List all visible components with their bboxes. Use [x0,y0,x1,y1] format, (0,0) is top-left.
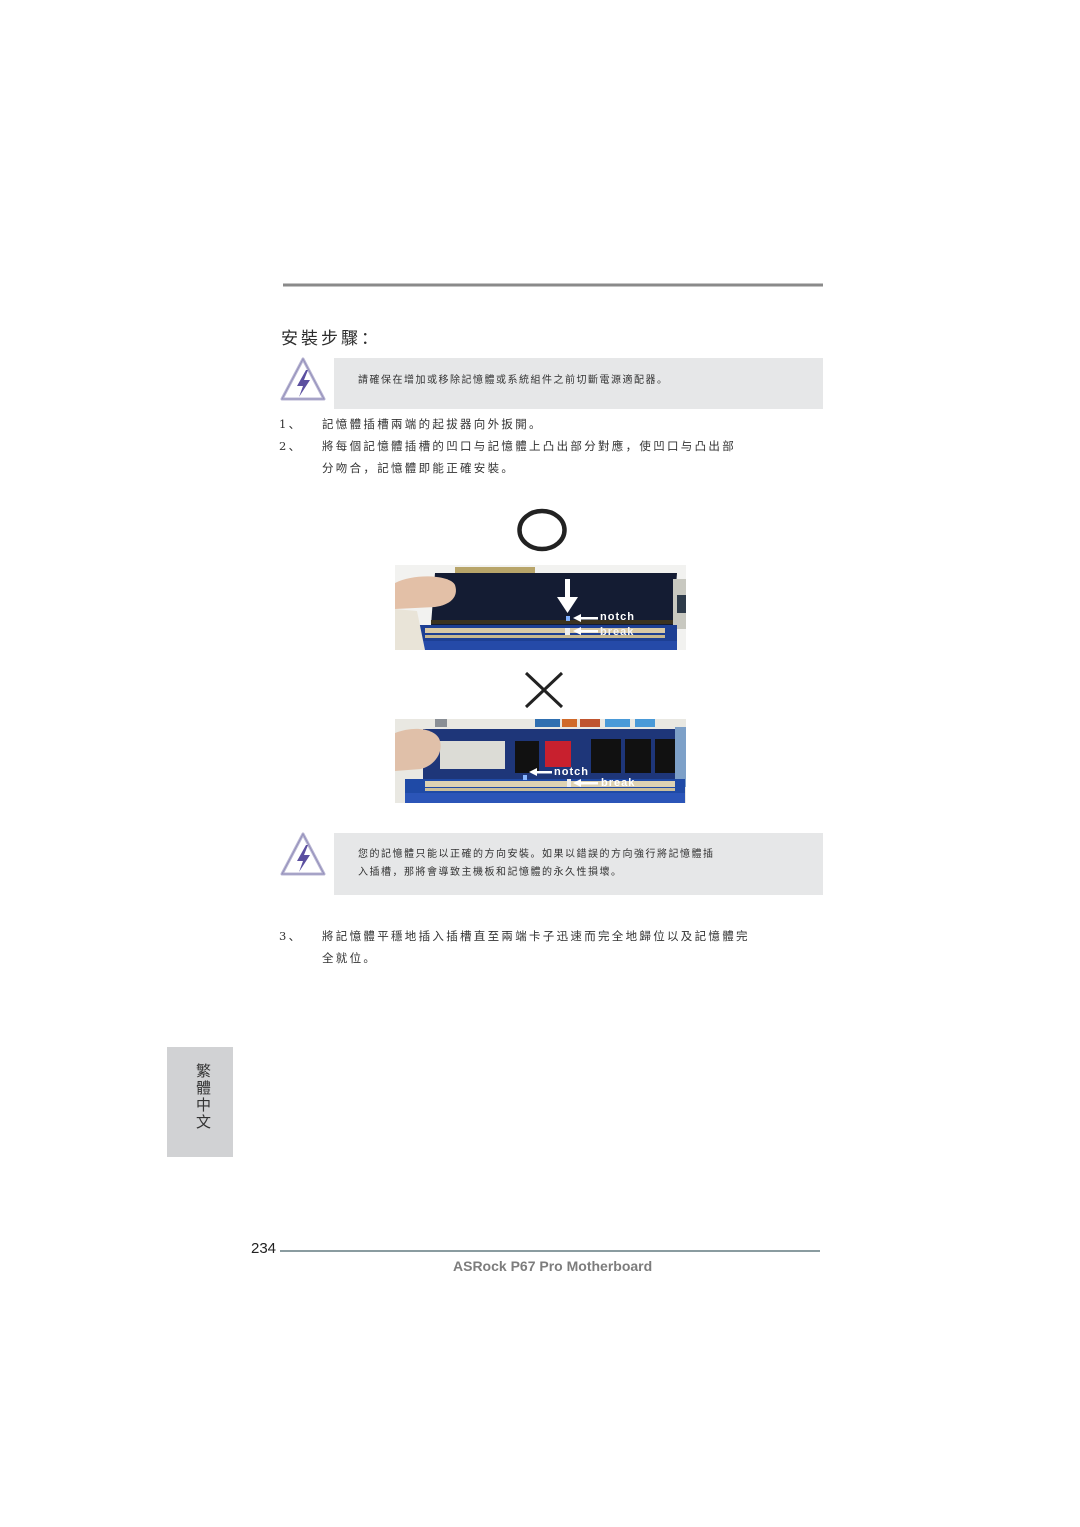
note-text: 入插槽，那將會導致主機板和記憶體的永久性損壞。 [358,867,623,878]
dimm-incorrect-photo: notch break [395,719,686,803]
dimm-correct-photo: notch break [395,565,686,650]
warning-lightning-icon [280,357,326,401]
language-label: 繁體中文 [194,1063,212,1131]
incorrect-x-icon [524,671,564,709]
warning-lightning-icon [280,832,326,876]
step-text: 將每個記憶體插槽的凹口与記憶體上凸出部分對應，使凹口与凸出部 [322,439,736,453]
step-text: 將記憶體平穩地插入插槽直至兩端卡子迅速而完全地歸位以及記憶體完 [322,929,750,943]
page-number: 234 [251,1240,277,1257]
step-number: 1、 [279,417,303,431]
step-text-continued: 分吻合，記憶體即能正確安裝。 [322,461,516,475]
section-title: 安裝步驟： [281,329,381,349]
step-text-continued: 全就位。 [322,951,378,965]
step-2: 2、 將每個記憶體插槽的凹口与記憶體上凸出部分對應，使凹口与凸出部 分吻合，記憶體… [279,435,736,479]
notch-label: notch [600,611,635,623]
warning-note-orientation: 您的記憶體只能以正確的方向安裝。如果以錯誤的方向強行將記憶體插 入插槽，那將會導… [334,833,823,895]
step-1: 1、 記憶體插槽兩端的起拔器向外扳開。 [279,413,543,435]
footer-title: ASRock P67 Pro Motherboard [453,1258,653,1274]
notch-label: notch [554,766,589,778]
step-number: 3、 [279,929,303,943]
step-3: 3、 將記憶體平穩地插入插槽直至兩端卡子迅速而完全地歸位以及記憶體完 全就位。 [279,925,750,969]
language-side-tab: 繁體中文 [167,1047,233,1157]
step-number: 2、 [279,439,303,453]
footer-rule [280,1250,820,1252]
note-text: 您的記憶體只能以正確的方向安裝。如果以錯誤的方向強行將記憶體插 [358,849,715,860]
step-text: 記憶體插槽兩端的起拔器向外扳開。 [322,417,543,431]
warning-note-power: 請確保在增加或移除記憶體或系統組件之前切斷電源適配器。 [334,358,823,409]
break-label: break [601,777,635,789]
correct-circle-icon [517,508,567,552]
note-text: 請確保在增加或移除記憶體或系統組件之前切斷電源適配器。 [358,375,669,386]
header-rule [283,283,823,287]
break-label: break [600,626,634,638]
